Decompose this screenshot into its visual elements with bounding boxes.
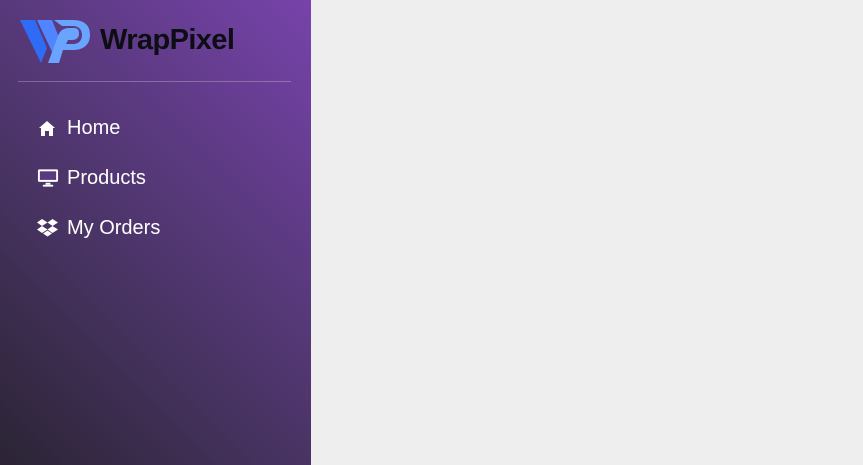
sidebar-item-label: Home (67, 117, 121, 139)
desktop-icon (37, 167, 59, 189)
wrappixel-logo-icon (18, 18, 90, 64)
sidebar-divider (18, 81, 291, 82)
dropbox-icon (37, 217, 59, 239)
sidebar-item-label: My Orders (67, 217, 161, 239)
sidebar: WrapPixel Home Products My Orders (0, 0, 311, 465)
sidebar-item-my-orders[interactable]: My Orders (0, 203, 311, 253)
main-content-area (311, 0, 863, 465)
sidebar-item-home[interactable]: Home (0, 103, 311, 153)
sidebar-nav: Home Products My Orders (0, 103, 311, 253)
brand-link[interactable]: WrapPixel (18, 16, 291, 66)
sidebar-item-label: Products (67, 167, 146, 189)
sidebar-item-products[interactable]: Products (0, 153, 311, 203)
brand-name: WrapPixel (100, 23, 235, 56)
home-icon (37, 117, 59, 139)
